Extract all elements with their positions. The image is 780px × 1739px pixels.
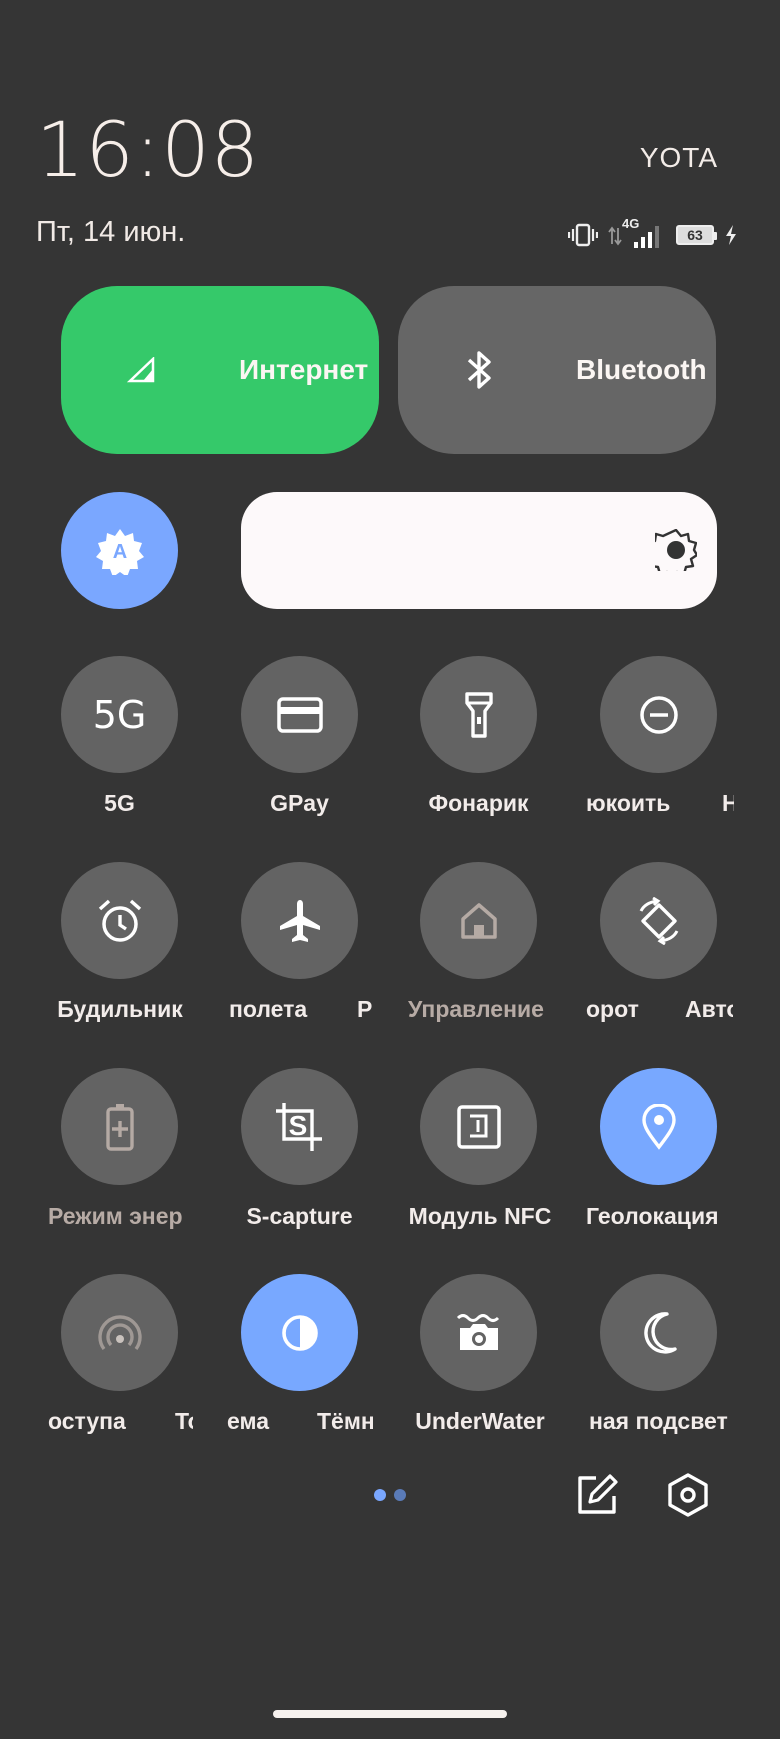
bluetooth-tile[interactable]: Bluetooth [398, 286, 716, 454]
svg-text:A: A [112, 541, 126, 563]
tile-alarm[interactable] [61, 862, 178, 979]
brightness-sun-icon [645, 519, 707, 581]
tile-s-capture[interactable]: S [241, 1068, 358, 1185]
tile-auto-rotate-label-2: Авто [685, 996, 733, 1022]
date-label[interactable]: Пт, 14 июн. [36, 216, 185, 249]
5g-text-icon: 5G [92, 692, 147, 737]
cellular-signal-icon [117, 345, 167, 395]
tile-hotspot[interactable] [61, 1274, 178, 1391]
battery-level: 63 [687, 227, 703, 243]
tile-airplane-label-2: Р [357, 996, 373, 1022]
tile-home-control[interactable] [420, 862, 537, 979]
battery-icon: 63 [676, 225, 717, 245]
edit-icon [578, 1474, 618, 1514]
underwater-camera-icon [456, 1313, 499, 1350]
nfc-icon [456, 1104, 501, 1149]
tile-underwater-label: UnderWater [415, 1408, 545, 1434]
carrier-name: YOTA [639, 142, 718, 173]
settings-button[interactable] [666, 1473, 710, 1517]
tile-airplane[interactable] [241, 862, 358, 979]
signal-group: 4G [608, 216, 666, 250]
flashlight-icon [464, 691, 493, 738]
tile-location[interactable] [600, 1068, 717, 1185]
bluetooth-tile-label: Bluetooth [576, 354, 707, 385]
internet-tile[interactable]: Интернет [61, 286, 379, 454]
tile-auto-rotate-label: орот [586, 996, 639, 1022]
settings-gear-icon [668, 1473, 708, 1517]
hotspot-icon [97, 1314, 142, 1350]
tile-5g[interactable]: 5G [61, 656, 178, 773]
tile-auto-rotate[interactable] [600, 862, 717, 979]
svg-text:S: S [288, 1110, 307, 1141]
tile-home-control-label: Управление [408, 996, 544, 1022]
internet-tile-label: Интернет [239, 354, 369, 385]
edit-tiles-button[interactable] [576, 1474, 618, 1516]
auto-brightness-icon: A [95, 528, 144, 575]
home-icon [460, 902, 497, 939]
page-indicator [374, 1489, 406, 1501]
tile-underwater[interactable] [420, 1274, 537, 1391]
card-icon [276, 696, 323, 733]
tile-nfc-label: Модуль NFC [408, 1203, 552, 1229]
auto-rotate-icon [639, 896, 678, 945]
tile-do-not-disturb[interactable] [600, 656, 717, 773]
tile-gpay-label: GPay [270, 790, 329, 816]
tile-battery-saver[interactable] [61, 1068, 178, 1185]
data-arrows-icon [608, 226, 622, 246]
tile-dark-theme[interactable] [241, 1274, 358, 1391]
page-dot-active[interactable] [374, 1489, 386, 1501]
tile-dark-theme-label: ема [227, 1408, 269, 1434]
vibrate-icon [568, 223, 598, 247]
location-pin-icon [641, 1103, 676, 1150]
tile-location-label: Геолокация [586, 1203, 719, 1229]
tile-5g-label: 5G [104, 790, 135, 816]
status-icons: 4G 63 [568, 216, 738, 252]
screenshot-icon: S [275, 1102, 322, 1151]
tile-battery-saver-label: Режим энер [48, 1203, 183, 1229]
signal-bars-icon [634, 226, 659, 248]
night-light-moon-icon [643, 1311, 677, 1354]
tile-flashlight[interactable] [420, 656, 537, 773]
tile-hotspot-label-2: То [175, 1408, 193, 1434]
battery-saver-icon [105, 1103, 134, 1151]
dark-theme-icon [281, 1314, 318, 1351]
tile-night-light-label: ная подсвет [589, 1408, 728, 1434]
home-indicator-bar[interactable] [273, 1710, 507, 1718]
do-not-disturb-icon [639, 695, 678, 734]
charging-bolt-icon [726, 225, 736, 245]
airplane-icon [279, 899, 320, 942]
tile-flashlight-label: Фонарик [428, 790, 529, 816]
alarm-icon [98, 899, 141, 942]
tile-hotspot-label: оступа [48, 1408, 126, 1434]
tile-alarm-label: Будильник [57, 996, 183, 1022]
tile-nfc[interactable] [420, 1068, 537, 1185]
tile-night-light[interactable] [600, 1274, 717, 1391]
tile-do-not-disturb-label: юкоить [586, 790, 671, 816]
tile-offscreen-label: Н [722, 790, 734, 816]
tile-s-capture-label: S-capture [246, 1203, 353, 1229]
bluetooth-icon [454, 345, 504, 395]
auto-brightness-button[interactable]: A [61, 492, 178, 609]
tile-airplane-label: полета [229, 996, 308, 1022]
tile-gpay[interactable] [241, 656, 358, 773]
clock-time[interactable]: 16:08 [36, 112, 260, 188]
brightness-slider[interactable] [241, 492, 717, 609]
page-dot[interactable] [394, 1489, 406, 1501]
tile-dark-theme-label-2: Тёмн [317, 1408, 373, 1434]
